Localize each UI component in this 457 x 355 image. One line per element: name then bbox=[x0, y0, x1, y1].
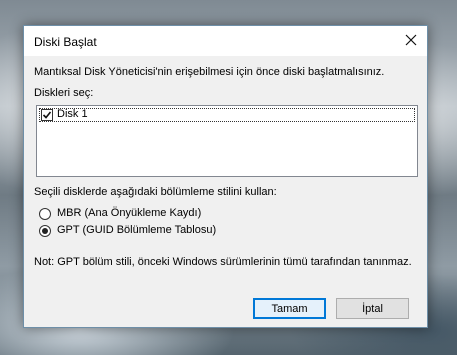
dialog-title: Diski Başlat bbox=[34, 35, 97, 49]
check-icon bbox=[42, 111, 52, 119]
gpt-radio[interactable] bbox=[39, 225, 51, 237]
intro-text: Mantıksal Disk Yöneticisi'nin erişebilme… bbox=[34, 66, 385, 78]
close-icon bbox=[405, 34, 417, 49]
radio-selected-dot bbox=[42, 228, 48, 234]
select-disks-label: Diskleri seç: bbox=[34, 87, 94, 99]
cancel-button[interactable]: İptal bbox=[336, 298, 409, 319]
gpt-label: GPT (GUID Bölümleme Tablosu) bbox=[57, 224, 217, 236]
disk-checkbox[interactable] bbox=[41, 109, 53, 121]
partition-style-label: Seçili disklerde aşağıdaki bölümleme sti… bbox=[34, 186, 277, 198]
title-bar: Diski Başlat bbox=[24, 26, 427, 56]
disk-label: Disk 1 bbox=[57, 108, 88, 120]
disk-list[interactable]: Disk 1 bbox=[36, 105, 418, 177]
mbr-radio[interactable] bbox=[39, 208, 51, 220]
initialize-disk-dialog: Diski Başlat Mantıksal Disk Yöneticisi'n… bbox=[23, 25, 428, 328]
ok-button[interactable]: Tamam bbox=[253, 298, 326, 319]
note-text: Not: GPT bölüm stili, önceki Windows sür… bbox=[34, 256, 412, 268]
mbr-label: MBR (Ana Önyükleme Kaydı) bbox=[57, 207, 202, 219]
close-button[interactable] bbox=[395, 26, 427, 56]
list-item[interactable]: Disk 1 bbox=[39, 108, 415, 122]
